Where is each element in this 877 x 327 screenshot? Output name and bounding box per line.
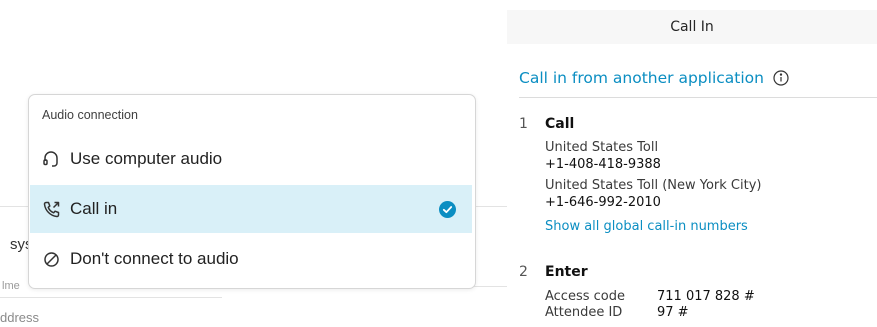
call-in-option[interactable]: Call in: [30, 185, 472, 233]
info-icon[interactable]: [773, 70, 789, 86]
access-code-label: Access code: [545, 289, 625, 304]
toll-label: United States Toll: [545, 140, 659, 155]
call-in-divider: [519, 97, 877, 98]
option-label: Call in: [70, 199, 118, 218]
background-partial-text: lme: [2, 280, 20, 292]
step-1-title: Call: [545, 116, 575, 132]
step-2-number: 2: [519, 264, 528, 280]
check-circle-icon: [439, 201, 456, 218]
background-divider: [0, 206, 28, 207]
attendee-id-value: 97 #: [657, 305, 689, 320]
audio-connection-header: Audio connection: [42, 108, 138, 122]
toll-number: +1-408-418-9388: [545, 157, 661, 172]
phone-outgoing-icon: [41, 199, 61, 219]
call-in-other-app-link[interactable]: Call in from another application: [519, 69, 789, 87]
background-divider: [0, 297, 222, 298]
call-in-titlebar: Call In: [507, 10, 877, 44]
headset-icon: [41, 149, 61, 169]
toll-number: +1-646-992-2010: [545, 195, 661, 210]
step-2-title: Enter: [545, 264, 588, 280]
access-code-value: 711 017 828 #: [657, 289, 755, 304]
audio-connection-dropdown: Audio connection Use computer audio Call…: [28, 94, 476, 289]
background-partial-text: ddress: [0, 310, 40, 325]
attendee-id-label: Attendee ID: [545, 305, 623, 320]
step-1-number: 1: [519, 116, 528, 132]
toll-label: United States Toll (New York City): [545, 178, 762, 193]
call-in-title: Call In: [670, 19, 714, 35]
other-app-link-text: Call in from another application: [519, 69, 764, 87]
background-divider: [474, 206, 507, 207]
option-label: Don't connect to audio: [70, 249, 239, 268]
show-global-numbers-link[interactable]: Show all global call-in numbers: [545, 219, 748, 234]
call-in-panel: Call In Call in from another application…: [507, 0, 877, 327]
dont-connect-audio-option[interactable]: Don't connect to audio: [30, 235, 472, 283]
option-label: Use computer audio: [70, 149, 223, 168]
use-computer-audio-option[interactable]: Use computer audio: [30, 135, 472, 183]
no-audio-icon: [41, 249, 61, 269]
